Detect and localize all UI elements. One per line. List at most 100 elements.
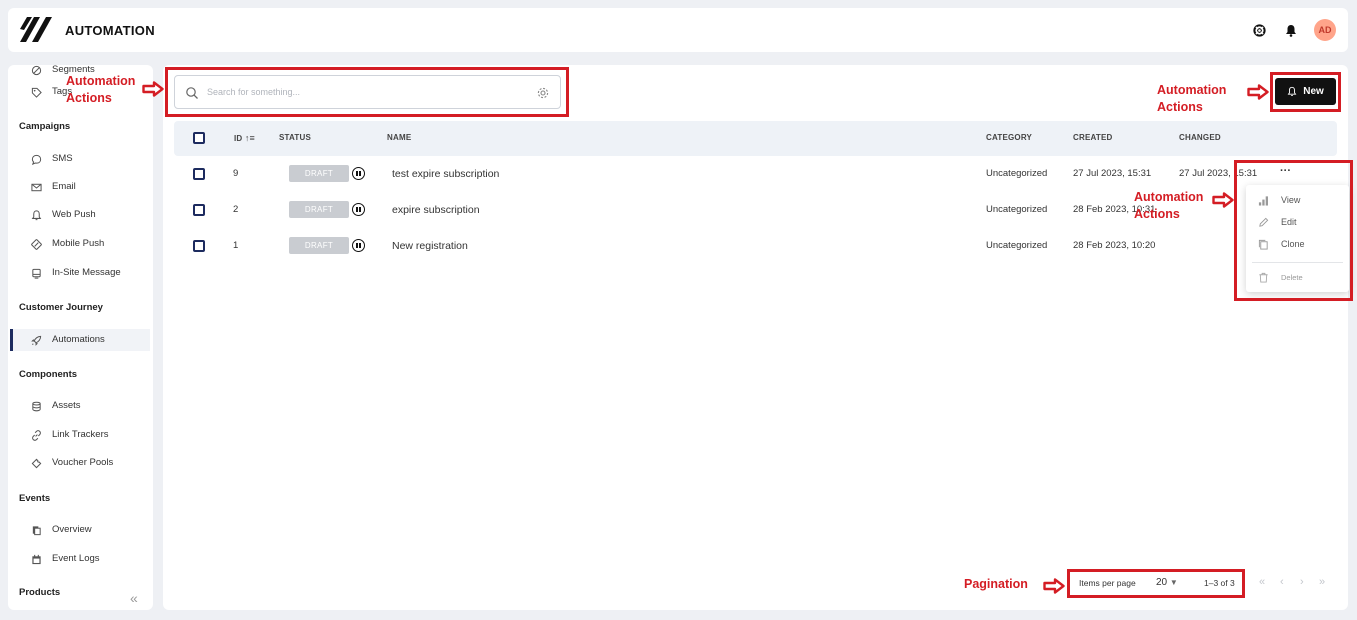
sidebar-item-label: Assets [52,400,81,411]
row-category: Uncategorized [986,240,1048,251]
ticket-icon [30,457,42,469]
pencil-icon [1259,217,1269,227]
sidebar-item-label: In-Site Message [52,267,121,278]
status-badge: DRAFT [289,165,349,182]
column-header-created[interactable]: CREATED [1073,133,1112,142]
menu-divider [1252,262,1343,263]
sidebar-item-in-site-message[interactable]: In-Site Message [10,262,150,284]
menu-item-label: Edit [1281,217,1297,227]
sidebar-section-customer-journey: Customer Journey [19,302,103,313]
row-changed: 27 Jul 2023, 15:31 [1179,168,1258,179]
menu-item-delete[interactable]: Delete [1246,268,1349,288]
overview-icon [30,524,42,536]
sidebar-section-campaigns: Campaigns [19,121,71,132]
first-page-icon[interactable]: « [1259,576,1265,588]
row-name[interactable]: New registration [392,240,468,252]
new-button-label: New [1303,86,1324,97]
user-avatar[interactable]: AD [1314,19,1336,41]
chevron-down-icon: ▼ [1169,578,1178,587]
annotation-label-new: Automation Actions [1157,82,1226,116]
help-lifebuoy-icon[interactable] [1250,21,1268,39]
row-checkbox[interactable] [193,240,205,252]
app-logo-icon[interactable] [18,15,54,45]
new-automation-button[interactable]: New [1275,78,1336,105]
pause-icon[interactable] [352,167,365,180]
top-bar: AUTOMATION AD [8,8,1348,52]
sidebar-item-automations[interactable]: Automations [10,329,150,351]
select-all-checkbox[interactable] [193,132,205,144]
row-id: 1 [233,240,239,251]
page-range: 1–3 of 3 [1204,578,1235,588]
annotation-label-pagination: Pagination [964,577,1028,591]
trash-icon [1259,272,1268,283]
sort-icon[interactable]: ↑≡ [245,133,255,143]
row-checkbox[interactable] [193,168,205,180]
sidebar-item-overview[interactable]: Overview [10,519,150,541]
table-header: ID ↑≡ STATUS NAME CATEGORY CREATED CHANG… [174,121,1337,156]
column-header-category[interactable]: CATEGORY [986,133,1032,142]
annotation-label-menu: Automation Actions [1134,189,1203,223]
annotation-text: Automation Actions [1134,190,1204,221]
annotation-text: Automation Actions [66,74,136,105]
chat-bubble-icon [30,153,42,165]
next-page-icon[interactable]: › [1300,576,1304,588]
menu-item-label: View [1281,195,1301,205]
sidebar-item-email[interactable]: Email [10,176,150,198]
row-name[interactable]: test expire subscription [392,168,499,180]
table-row[interactable]: 9 DRAFT test expire subscription Uncateg… [174,156,1337,192]
sidebar-item-link-trackers[interactable]: Link Trackers [10,424,150,446]
table-row[interactable]: 1 DRAFT New registration Uncategorized 2… [174,228,1337,264]
bell-outline-icon [1287,86,1297,96]
column-header-status[interactable]: STATUS [279,133,311,142]
sidebar-item-label: Event Logs [52,553,100,564]
annotation-arrow-right-icon [142,81,164,97]
items-per-page-select[interactable]: 20 ▼ [1156,577,1178,588]
column-header-changed[interactable]: CHANGED [1179,133,1221,142]
pagination: Items per page 20 ▼ 1–3 of 3 « ‹ › » [1079,575,1339,595]
last-page-icon[interactable]: » [1319,576,1325,588]
row-category: Uncategorized [986,204,1048,215]
segments-icon [30,65,42,76]
sidebar-item-assets[interactable]: Assets [10,395,150,417]
tag-icon [30,86,42,98]
sidebar-item-sms[interactable]: SMS [10,148,150,170]
search-bar [174,75,561,109]
search-input[interactable] [207,82,527,102]
annotation-arrow-right-icon [1212,192,1234,208]
sidebar-item-event-logs[interactable]: Event Logs [10,548,150,570]
row-actions-menu-icon[interactable]: ··· [1280,165,1291,177]
collapse-sidebar-icon[interactable]: « [130,590,138,606]
sidebar-item-web-push[interactable]: Web Push [10,204,150,226]
sidebar-section-products: Products [19,587,61,598]
rocket-icon [30,334,42,346]
row-actions-dropdown: View Edit Clone Delete [1246,185,1349,292]
menu-item-clone[interactable]: Clone [1246,235,1349,255]
menu-item-view[interactable]: View [1246,191,1349,211]
annotation-label-search: Automation Actions [66,73,135,107]
previous-page-icon[interactable]: ‹ [1280,576,1284,588]
notifications-bell-icon[interactable] [1282,21,1300,39]
column-header-id[interactable]: ID ↑≡ [234,133,255,143]
link-icon [30,429,42,441]
bell-icon [30,209,42,221]
annotation-arrow-right-icon [1043,578,1065,594]
sidebar-item-mobile-push[interactable]: Mobile Push [10,233,150,255]
pause-icon[interactable] [352,203,365,216]
pause-icon[interactable] [352,239,365,252]
row-checkbox[interactable] [193,204,205,216]
main-panel: New ID ↑≡ STATUS NAME CATEGORY CREATED C… [163,65,1349,610]
menu-item-edit[interactable]: Edit [1246,213,1349,233]
sidebar-item-label: Overview [52,524,92,535]
sidebar-item-label: Link Trackers [52,429,109,440]
row-name[interactable]: expire subscription [392,204,480,216]
sidebar-item-label: Voucher Pools [52,457,114,468]
sidebar-item-label: SMS [52,153,73,164]
row-created: 28 Feb 2023, 10:20 [1073,240,1156,251]
sidebar-item-voucher-pools[interactable]: Voucher Pools [10,452,150,474]
sidebar: Segments Tags Campaigns SMS Email Web Pu… [8,65,153,610]
column-header-name[interactable]: NAME [387,133,411,142]
sidebar-item-label: Automations [52,334,105,345]
search-settings-gear-icon[interactable] [536,86,550,100]
row-id: 9 [233,168,239,179]
items-per-page-label: Items per page [1079,578,1136,588]
